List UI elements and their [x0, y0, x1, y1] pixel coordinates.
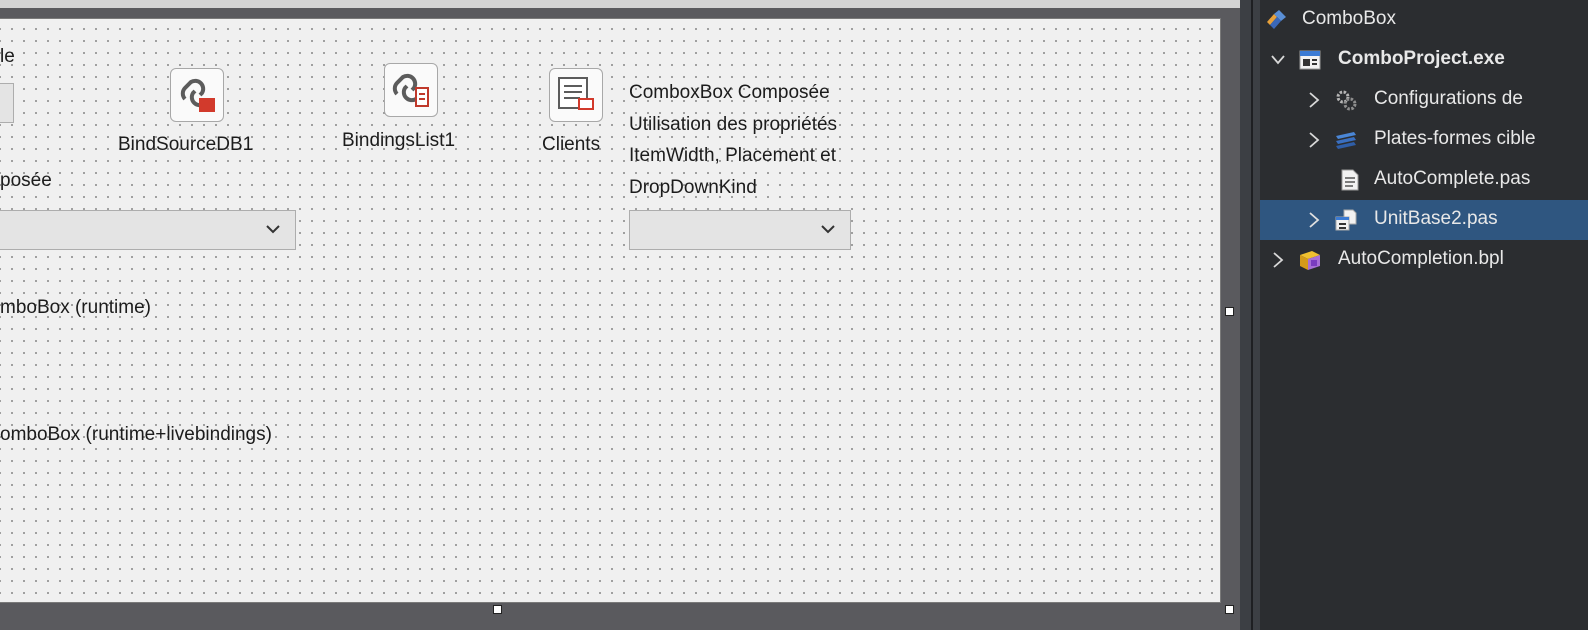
file-icon	[1341, 169, 1359, 191]
tree-item-autocomplete-pas[interactable]: AutoComplete.pas	[1260, 160, 1588, 200]
panel-splitter[interactable]	[1240, 0, 1260, 630]
resize-handle-right[interactable]	[1225, 307, 1234, 316]
clients-dataset-icon	[558, 77, 594, 110]
runtime-combobox-label[interactable]: mboBox (runtime)	[0, 297, 151, 319]
chevron-right-icon[interactable]	[1306, 210, 1322, 230]
chevron-right-icon[interactable]	[1270, 250, 1286, 270]
project-tree: ComboBox ComboProject.exe Configurations…	[1260, 0, 1588, 630]
clients-label[interactable]: Clients	[542, 134, 600, 156]
tree-item-configurations[interactable]: Configurations de	[1260, 80, 1588, 120]
bindings-list-component[interactable]	[384, 63, 438, 117]
bind-source-label[interactable]: BindSourceDB1	[118, 134, 253, 156]
description-line: DropDownKind	[629, 176, 757, 198]
tree-item-combobox[interactable]: ComboBox	[1260, 0, 1588, 40]
tree-item-platforms[interactable]: Plates-formes cible	[1260, 120, 1588, 160]
designer-top-strip	[0, 0, 1240, 8]
combobox-left[interactable]	[0, 210, 296, 250]
tree-item-label: ComboProject.exe	[1338, 48, 1505, 69]
tree-item-label: ComboBox	[1302, 8, 1396, 29]
gear-icon	[1336, 90, 1357, 111]
description-line: ItemWidth, Placement et	[629, 145, 836, 166]
unit-form-icon	[1335, 209, 1357, 231]
chevron-right-icon[interactable]	[1306, 130, 1322, 150]
package-icon	[1300, 251, 1320, 270]
tree-item-label: AutoCompletion.bpl	[1338, 248, 1504, 269]
combobox-composed[interactable]	[629, 210, 851, 250]
partial-edit-control[interactable]	[0, 83, 14, 123]
runtime-livebindings-combobox-label[interactable]: omboBox (runtime+livebindings)	[0, 424, 272, 446]
tree-item-unitbase2[interactable]: UnitBase2.pas	[1260, 200, 1588, 240]
panel-splitter-line	[1251, 0, 1253, 630]
chevron-down-icon	[821, 225, 835, 234]
bindings-list-label[interactable]: BindingsList1	[342, 130, 455, 152]
project-group-icon	[1267, 10, 1286, 29]
chevron-down-icon	[266, 225, 280, 234]
bindings-list-icon	[392, 73, 429, 107]
description-line: ComboxBox Composée	[629, 82, 830, 103]
exe-project-icon	[1299, 50, 1321, 70]
chevron-right-icon[interactable]	[1306, 90, 1322, 110]
clients-component[interactable]	[549, 68, 603, 122]
chevron-down-icon[interactable]	[1270, 50, 1286, 70]
tree-item-label: UnitBase2.pas	[1374, 208, 1498, 229]
label-fragment-le[interactable]: le	[0, 46, 15, 68]
platforms-icon	[1336, 132, 1356, 149]
tree-item-label: Plates-formes cible	[1374, 128, 1536, 149]
tree-item-autocompletion-bpl[interactable]: AutoCompletion.bpl	[1260, 240, 1588, 280]
form-designer[interactable]: le posée BindSourceDB1 BindingsList1 Cli…	[0, 18, 1221, 603]
resize-handle-bottom-right[interactable]	[1225, 605, 1234, 614]
tree-item-label: AutoComplete.pas	[1374, 168, 1531, 189]
bind-source-component[interactable]	[170, 68, 224, 122]
resize-handle-bottom[interactable]	[493, 605, 502, 614]
description-line: Utilisation des propriétés	[629, 113, 838, 135]
tree-item-comboproject[interactable]: ComboProject.exe	[1260, 40, 1588, 80]
description-label[interactable]: ComboxBox Composée Utilisation des propr…	[629, 77, 837, 203]
tree-item-label: Configurations de	[1374, 88, 1523, 109]
bind-source-icon	[180, 78, 215, 112]
label-fragment-composee[interactable]: posée	[0, 170, 52, 192]
